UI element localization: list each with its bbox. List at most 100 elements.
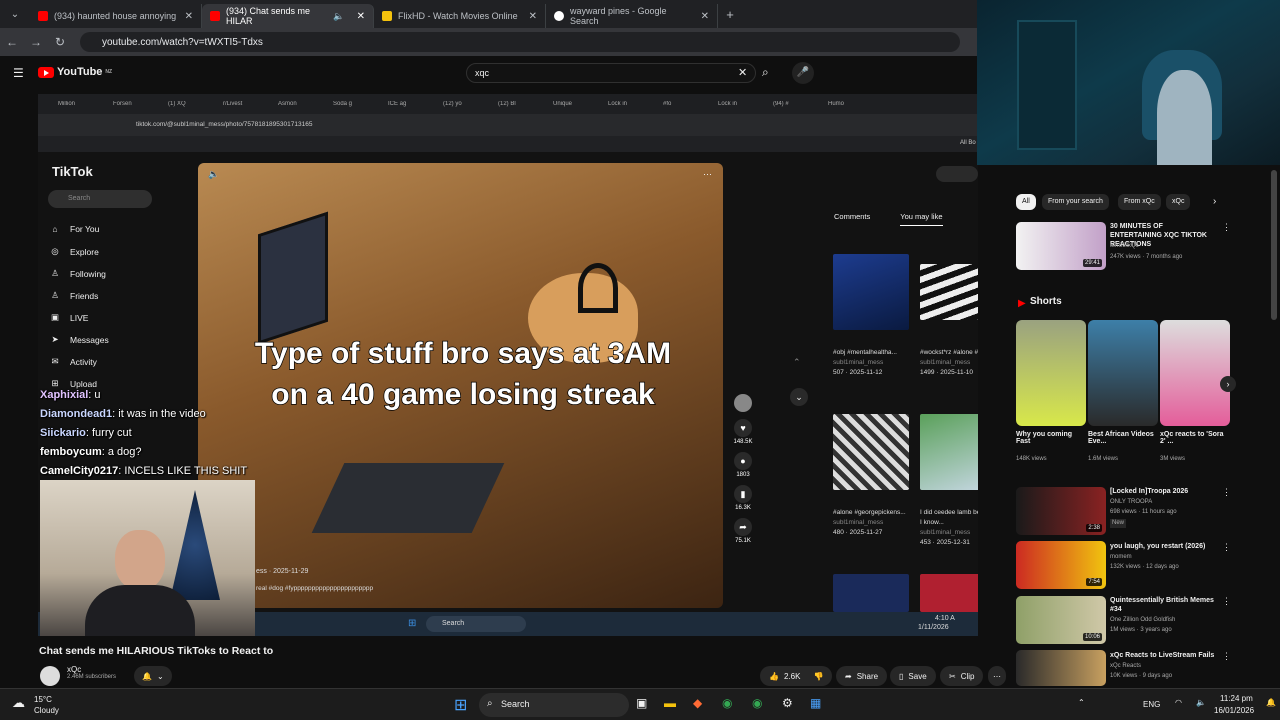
start-windows-icon[interactable]: ⊞ — [454, 695, 467, 715]
reload-icon[interactable]: ↻ — [48, 35, 72, 49]
more-vert-icon[interactable]: ⋮ — [1222, 542, 1231, 553]
browser-tab-4[interactable]: wayward pines - Google Search ✕ — [546, 4, 718, 28]
share-action[interactable]: ➦ 75.1K — [728, 518, 758, 544]
close-tab-icon[interactable]: ✕ — [185, 11, 193, 22]
short-title[interactable]: xQc reacts to 'Sora 2' ... — [1160, 431, 1226, 445]
chip-all[interactable]: All — [1016, 194, 1036, 210]
close-tab-icon[interactable]: ✕ — [529, 11, 537, 22]
task-view-icon[interactable]: ▣ — [636, 696, 647, 710]
wifi-icon[interactable]: ◠ — [1175, 698, 1182, 707]
tab-you-may-like[interactable]: You may like — [900, 212, 943, 226]
video-title-link[interactable]: [Locked In]Troopa 2026 — [1110, 487, 1215, 496]
short-thumbnail[interactable] — [1016, 320, 1086, 426]
share-button[interactable]: ➦ Share — [836, 666, 888, 686]
menu-icon[interactable]: ☰ — [13, 66, 24, 80]
search-input[interactable]: xqc — [466, 63, 756, 83]
thumbs-down-icon[interactable]: 👎 — [813, 672, 823, 681]
video-thumbnail[interactable]: 29:41 — [1016, 222, 1106, 270]
video-thumbnail[interactable]: 7:54 — [1016, 541, 1106, 589]
toggle-switch[interactable] — [936, 166, 978, 182]
clock-date[interactable]: 16/01/2026 — [1214, 706, 1254, 715]
more-vert-icon[interactable]: ⋮ — [1222, 596, 1231, 607]
short-thumbnail[interactable] — [1160, 320, 1230, 426]
new-tab-icon[interactable]: + — [718, 7, 742, 22]
short-title[interactable]: Why you coming Fast — [1016, 431, 1082, 445]
youtube-logo[interactable]: YouTube NZ — [38, 66, 112, 78]
video-title-link[interactable]: you laugh, you restart (2026) — [1110, 542, 1215, 551]
friends-icon: ♙ — [51, 290, 59, 300]
browser-tab-3[interactable]: FlixHD - Watch Movies Online ✕ — [374, 4, 546, 28]
channel-avatar[interactable] — [40, 666, 60, 686]
more-actions-button[interactable]: ⋯ — [988, 666, 1006, 686]
shorts-next-icon[interactable]: › — [1220, 376, 1236, 392]
browser-tab-strip: ⌄ (934) haunted house annoying ✕ (934) Ch… — [0, 0, 977, 28]
brave-icon[interactable]: ◆ — [693, 696, 702, 710]
speaker-icon[interactable]: 🔈 — [333, 11, 344, 22]
browser-tab-2[interactable]: (934) Chat sends me HILAR 🔈 ✕ — [202, 4, 374, 28]
like-button[interactable]: 👍 2.6K 👎 — [760, 666, 833, 686]
url-field[interactable]: youtube.com/watch?v=tWXTI5-Tdxs — [80, 32, 960, 52]
short-title[interactable]: Best African Videos Eve... — [1088, 431, 1154, 445]
file-explorer-icon[interactable]: ▬ — [664, 696, 676, 710]
sidebar-scrollbar[interactable] — [1271, 170, 1277, 320]
clip-button[interactable]: ✂ Clip — [940, 666, 984, 686]
chat-message: Diamondead1: it was in the video — [40, 408, 206, 420]
video-channel: ONLY TROOPA — [1110, 499, 1153, 505]
chrome-icon[interactable]: ◉ — [752, 696, 762, 710]
mute-icon[interactable]: 🔈 — [208, 169, 219, 180]
more-vert-icon[interactable]: ⋮ — [1222, 651, 1231, 662]
video-thumbnail[interactable] — [1016, 650, 1106, 686]
save-button[interactable]: ▯ Save — [890, 666, 936, 686]
avatar[interactable] — [728, 394, 758, 412]
search-icon[interactable]: ⌕ — [762, 65, 769, 80]
app-icon[interactable]: ▦ — [810, 696, 821, 710]
tab-comments[interactable]: Comments — [834, 212, 870, 226]
rec-thumbnail[interactable] — [920, 574, 978, 612]
browser-tab-1[interactable]: (934) haunted house annoying ✕ — [30, 4, 202, 28]
video-title-link[interactable]: Quintessentially British Memes #34 — [1110, 596, 1215, 614]
volume-icon[interactable]: 🔈 — [1196, 698, 1206, 707]
forward-icon[interactable]: → — [24, 35, 48, 49]
rec-thumbnail[interactable] — [833, 254, 909, 330]
close-tab-icon[interactable]: ✕ — [357, 11, 365, 22]
notification-icon[interactable]: 🔔 — [1266, 698, 1276, 707]
more-vert-icon[interactable]: ⋮ — [1222, 487, 1231, 498]
close-tab-icon[interactable]: ✕ — [701, 11, 709, 22]
channel-name[interactable]: xQc — [67, 665, 116, 674]
taskbar-search[interactable]: Search — [479, 693, 629, 717]
chip-from-your-search[interactable]: From your search — [1042, 194, 1109, 210]
tab-list-chevron-icon[interactable]: ⌄ — [0, 9, 30, 20]
video-title-link[interactable]: xQc Reacts to LiveStream Fails — [1110, 651, 1215, 660]
video-thumbnail[interactable]: 2:38 — [1016, 487, 1106, 535]
more-options-icon[interactable]: ⋯ — [703, 169, 712, 180]
short-views: 1.6M views — [1088, 456, 1119, 462]
new-badge: New — [1110, 519, 1127, 528]
rec-thumbnail[interactable] — [920, 264, 978, 320]
notification-bell-button[interactable]: 🔔 ⌄ — [134, 666, 172, 686]
clock-time[interactable]: 11:24 pm — [1220, 694, 1253, 703]
weather-temp[interactable]: 15°C — [34, 695, 52, 704]
bookmark-action[interactable]: ▮ 16.3K — [728, 485, 758, 511]
short-thumbnail[interactable] — [1088, 320, 1158, 426]
more-vert-icon[interactable]: ⋮ — [1222, 222, 1231, 233]
scroll-up-icon[interactable]: ⌃ — [793, 357, 801, 368]
rec-thumbnail[interactable] — [920, 414, 978, 490]
settings-icon[interactable]: ⚙ — [782, 696, 793, 710]
language-indicator[interactable]: ENG — [1143, 700, 1160, 709]
scroll-down-icon[interactable]: ⌄ — [790, 388, 808, 406]
video-thumbnail[interactable]: 10:06 — [1016, 596, 1106, 644]
chevron-up-icon[interactable]: ⌃ — [1078, 698, 1085, 707]
microphone-icon[interactable]: 🎤 — [792, 62, 814, 84]
rec-thumbnail[interactable] — [833, 414, 909, 490]
like-action[interactable]: ♥ 148.5K — [728, 419, 758, 445]
chip-next-icon[interactable]: › — [1213, 196, 1216, 207]
comment-action[interactable]: ● 1803 — [728, 452, 758, 478]
chrome-icon[interactable]: ◉ — [722, 696, 732, 710]
chip-from-xqc[interactable]: From xQc — [1118, 194, 1161, 210]
back-icon[interactable]: ← — [0, 35, 24, 49]
chip-xqc[interactable]: xQc — [1166, 194, 1191, 210]
tiktok-search: Search — [48, 190, 152, 208]
rec-thumbnail[interactable] — [833, 574, 909, 612]
clear-search-icon[interactable]: ✕ — [738, 66, 747, 79]
weather-condition[interactable]: Cloudy — [34, 706, 59, 715]
